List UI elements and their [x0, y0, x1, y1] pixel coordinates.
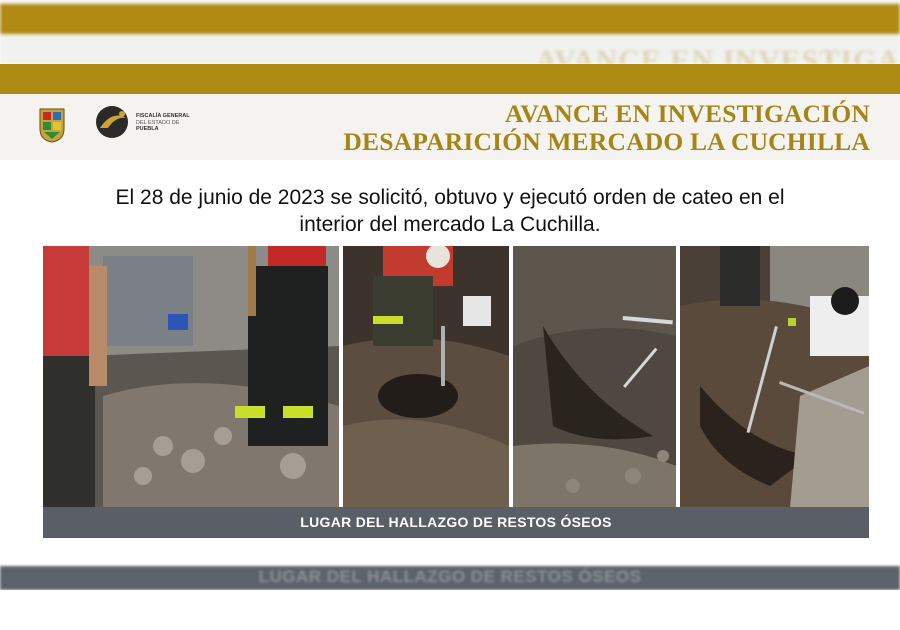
photo-4 — [680, 246, 869, 508]
fiscalia-logo-text: FISCALÍA GENERAL DEL ESTADO DE PUEBLA — [136, 113, 190, 133]
page-title: AVANCE EN INVESTIGACIÓN DESAPARICIÓN MER… — [343, 100, 870, 156]
photo-1 — [43, 246, 339, 508]
fiscalia-logo-icon — [96, 106, 128, 138]
background-gold-band — [0, 4, 900, 34]
title-line-1: AVANCE EN INVESTIGACIÓN — [505, 99, 870, 128]
header: FISCALÍA GENERAL DEL ESTADO DE PUEBLA AV… — [0, 94, 900, 160]
photo-3 — [513, 246, 676, 508]
photo-caption-bar: LUGAR DEL HALLAZGO DE RESTOS ÓSEOS — [43, 507, 869, 538]
background-bottom-margin — [0, 590, 900, 630]
fiscalia-state: PUEBLA — [136, 126, 159, 132]
background-blur-top: AVANCE EN INVESTIGA — [0, 0, 900, 64]
caption-line-1: El 28 de junio de 2023 se solicitó, obtu… — [115, 186, 785, 209]
gold-band — [0, 64, 900, 94]
background-ghost-title: AVANCE EN INVESTIGA — [535, 44, 900, 64]
background-blur-bottom: LUGAR DEL HALLAZGO DE RESTOS ÓSEOS — [0, 566, 900, 590]
caption-line-2: interior del mercado La Cuchilla. — [299, 213, 601, 236]
background-ghost-label: LUGAR DEL HALLAZGO DE RESTOS ÓSEOS — [258, 567, 642, 586]
photo-strip — [43, 246, 869, 508]
photo-2 — [343, 246, 509, 508]
puebla-crest-icon — [39, 108, 65, 143]
title-line-2: DESAPARICIÓN MERCADO LA CUCHILLA — [343, 127, 870, 156]
caption: El 28 de junio de 2023 se solicitó, obtu… — [0, 184, 900, 238]
fiscalia-name: FISCALÍA GENERAL — [136, 113, 190, 119]
